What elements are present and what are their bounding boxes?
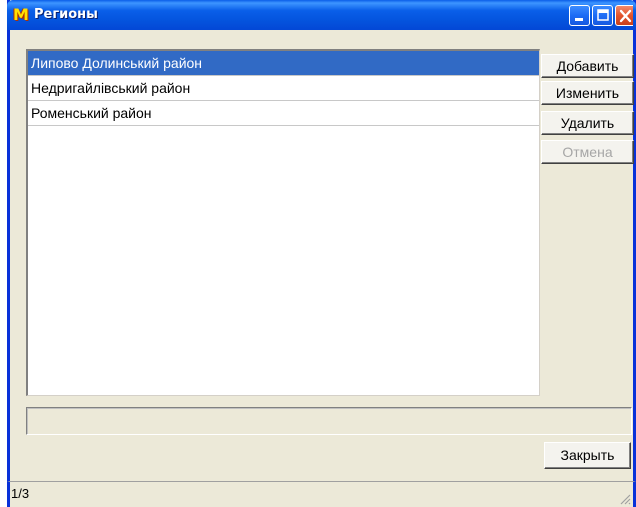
window-title: Регионы xyxy=(34,7,98,22)
regions-window: M Регионы Липово Долинський район Недриг… xyxy=(7,0,636,507)
close-icon xyxy=(619,9,632,23)
minimize-icon xyxy=(575,18,583,21)
maximize-icon xyxy=(597,9,609,21)
list-item[interactable]: Роменський район xyxy=(28,101,539,126)
maximize-button[interactable] xyxy=(592,5,613,26)
close-window-button[interactable] xyxy=(615,5,633,26)
delete-button[interactable]: Удалить xyxy=(541,111,634,135)
status-bar: 1/3 xyxy=(7,481,636,507)
add-button[interactable]: Добавить xyxy=(541,54,634,78)
record-position: 1/3 xyxy=(11,486,30,501)
minimize-button[interactable] xyxy=(569,5,590,26)
title-bar[interactable]: M Регионы xyxy=(7,0,636,30)
info-field xyxy=(26,407,632,435)
edit-button[interactable]: Изменить xyxy=(541,81,634,105)
list-item[interactable]: Липово Долинський район xyxy=(28,51,539,76)
app-m-icon: M xyxy=(13,5,29,24)
close-button[interactable]: Закрыть xyxy=(544,442,631,469)
regions-list[interactable]: Липово Долинський район Недригайлівський… xyxy=(26,49,540,396)
list-item[interactable]: Недригайлівський район xyxy=(28,76,539,101)
cancel-button[interactable]: Отмена xyxy=(541,140,634,164)
resize-grip-icon[interactable] xyxy=(619,493,631,505)
